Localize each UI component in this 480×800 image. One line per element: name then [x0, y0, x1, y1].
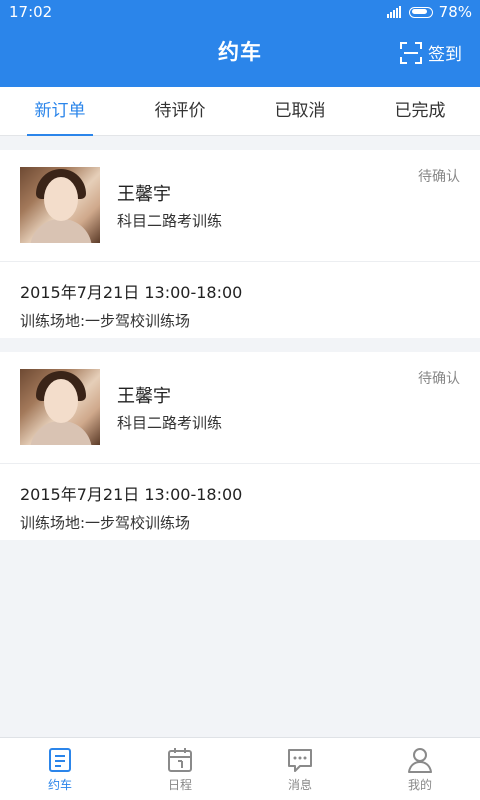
nav-schedule-label: 日程 [167, 778, 192, 792]
booking-icon [49, 748, 71, 772]
battery-percent: 78% [438, 3, 472, 21]
app-header: 17:02 78% 约车 签到 [0, 0, 480, 87]
status-indicators: 78% [386, 0, 472, 24]
order-tabs: 新订单 待评价 已取消 已完成 [0, 87, 480, 136]
nav-booking-label: 约车 [47, 778, 72, 792]
nav-schedule[interactable]: 日程 [120, 738, 240, 800]
signal-icon [386, 6, 401, 18]
user-icon [408, 748, 432, 773]
order-datetime: 2015年7月21日 13:00-18:00 [20, 283, 243, 302]
order-datetime: 2015年7月21日 13:00-18:00 [20, 485, 243, 504]
student-name: 王馨宇 [117, 184, 171, 205]
order-card-header: 王馨宇 科目二路考训练 待确认 [0, 352, 480, 464]
status-badge: 待确认 [418, 371, 460, 387]
course-name: 科目二路考训练 [117, 212, 223, 230]
nav-profile[interactable]: 我的 [360, 738, 480, 800]
nav-booking[interactable]: 约车 [0, 738, 120, 800]
order-card-header: 王馨宇 科目二路考训练 待确认 [0, 150, 480, 262]
status-badge: 待确认 [418, 169, 460, 185]
tab-new-orders[interactable]: 新订单 [0, 87, 120, 136]
tab-cancelled[interactable]: 已取消 [240, 87, 360, 135]
course-name: 科目二路考训练 [117, 414, 223, 432]
status-bar: 17:02 78% [0, 0, 480, 24]
order-place: 训练场地:一步驾校训练场 [20, 312, 191, 330]
order-card[interactable]: 王馨宇 科目二路考训练 待确认 2015年7月21日 13:00-18:00 训… [0, 352, 480, 540]
order-card-details: 2015年7月21日 13:00-18:00 训练场地:一步驾校训练场 [0, 464, 480, 540]
calendar-icon [168, 748, 192, 772]
scan-icon [400, 41, 422, 64]
status-time: 17:02 [9, 3, 53, 21]
tab-completed[interactable]: 已完成 [360, 87, 480, 135]
tab-pending-review[interactable]: 待评价 [120, 87, 240, 135]
checkin-label: 签到 [428, 45, 462, 65]
avatar [20, 369, 100, 445]
nav-messages-label: 消息 [287, 778, 312, 792]
order-card[interactable]: 王馨宇 科目二路考训练 待确认 2015年7月21日 13:00-18:00 训… [0, 150, 480, 338]
battery-icon [408, 6, 433, 18]
order-list: 王馨宇 科目二路考训练 待确认 2015年7月21日 13:00-18:00 训… [0, 150, 480, 554]
nav-profile-label: 我的 [407, 778, 432, 792]
order-place: 训练场地:一步驾校训练场 [20, 514, 191, 532]
bottom-navigation: 约车 日程 消息 我的 [0, 737, 480, 800]
checkin-button[interactable]: 签到 [400, 40, 462, 65]
message-icon [288, 749, 312, 772]
student-name: 王馨宇 [117, 386, 171, 407]
order-card-details: 2015年7月21日 13:00-18:00 训练场地:一步驾校训练场 [0, 262, 480, 338]
avatar [20, 167, 100, 243]
nav-messages[interactable]: 消息 [240, 738, 360, 800]
